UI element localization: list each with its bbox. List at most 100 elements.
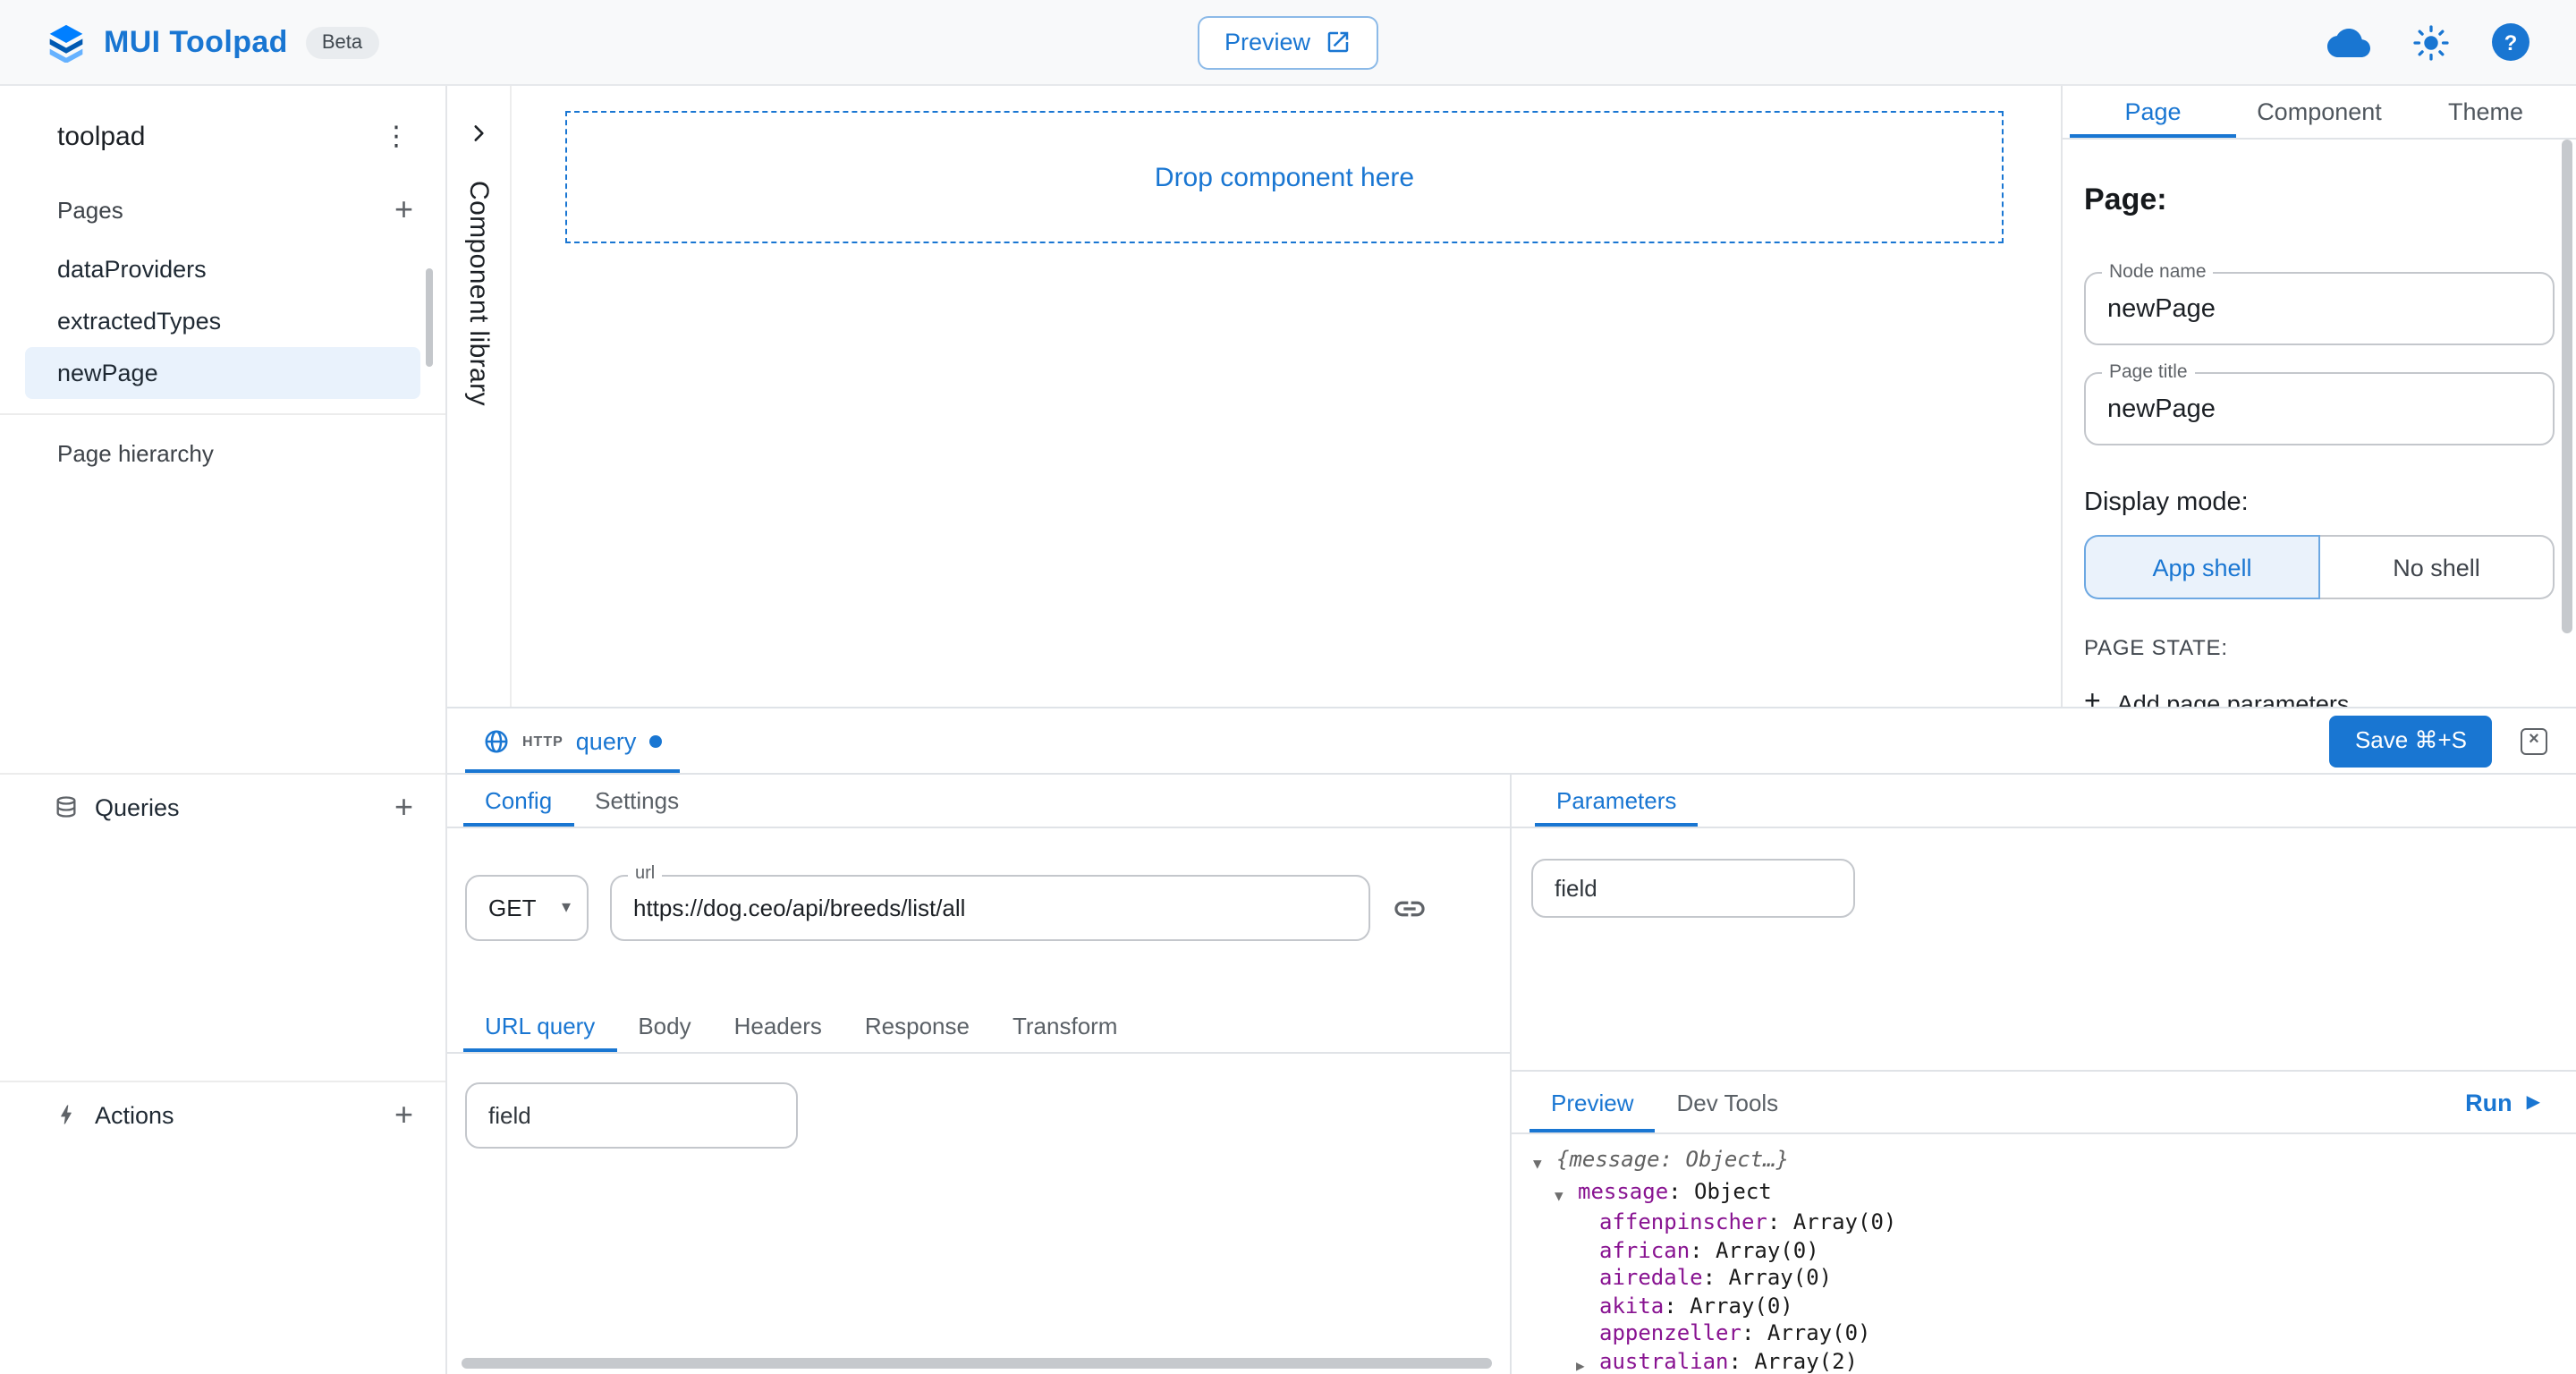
pages-section-label: Pages (57, 196, 123, 223)
tab-page[interactable]: Page (2070, 86, 2236, 138)
tab-headers[interactable]: Headers (713, 1000, 843, 1052)
play-icon: ▶ (2527, 1092, 2540, 1112)
tree-row: appenzeller: Array(0) (1533, 1320, 2576, 1348)
actions-section-header[interactable]: Actions + (0, 1082, 445, 1147)
http-method-select[interactable]: GET ▾ (465, 875, 589, 941)
node-name-label: Node name (2102, 261, 2214, 283)
queries-section: Queries + (0, 773, 445, 839)
tab-parameters[interactable]: Parameters (1535, 775, 1698, 827)
project-name: toolpad (57, 121, 145, 151)
tab-body[interactable]: Body (616, 1000, 712, 1052)
page-title-field[interactable]: Page title (2084, 372, 2555, 445)
app-header: MUI Toolpad Beta Preview (0, 0, 2576, 86)
tab-component[interactable]: Component (2236, 86, 2402, 138)
queries-icon (54, 794, 79, 819)
http-method-value: GET (488, 895, 536, 921)
page-item-newpage[interactable]: newPage (25, 347, 420, 399)
save-button[interactable]: Save ⌘+S (2330, 715, 2492, 767)
component-library-label: Component library (463, 181, 494, 406)
url-field[interactable]: url (610, 875, 1370, 941)
tab-settings[interactable]: Settings (573, 775, 700, 827)
request-config-pane: Config Settings GET ▾ url (447, 775, 1512, 1374)
theme-toggle-icon[interactable] (2411, 22, 2451, 62)
cloud-status-icon[interactable] (2327, 21, 2370, 64)
add-page-parameters-label: Add page parameters (2117, 690, 2350, 707)
actions-label: Actions (95, 1101, 174, 1128)
display-mode-toggle-group: App shell No shell (2084, 535, 2555, 599)
tab-preview[interactable]: Preview (1530, 1072, 1656, 1132)
add-page-icon[interactable]: + (394, 193, 413, 225)
inspector-panel: Page Component Theme Page: Node name Pag… (2061, 86, 2576, 707)
actions-icon (54, 1102, 79, 1127)
inspector-scrollbar[interactable] (2562, 140, 2572, 633)
preview-button[interactable]: Preview (1198, 15, 1378, 69)
plus-icon: + (2084, 689, 2101, 707)
parameters-preview-pane: Parameters Preview Dev Tools Run ▶ (1512, 775, 2576, 1374)
run-button[interactable]: Run ▶ (2465, 1072, 2540, 1132)
query-editor-panel: HTTP query Save ⌘+S × Config Settings (447, 707, 2576, 1374)
link-binding-icon[interactable] (1392, 890, 1428, 926)
tab-theme[interactable]: Theme (2402, 86, 2569, 138)
close-panel-icon[interactable]: × (2521, 727, 2547, 754)
expand-arrow-icon[interactable]: ▼ (1555, 1178, 1578, 1209)
page-canvas: Drop component here (512, 86, 2061, 707)
open-in-new-icon (1325, 29, 1352, 55)
project-menu-icon[interactable]: ⋮ (383, 123, 410, 149)
chevron-down-icon: ▾ (562, 898, 571, 918)
query-name: query (576, 727, 637, 754)
toggle-no-shell[interactable]: No shell (2320, 535, 2555, 599)
url-input[interactable] (633, 895, 1347, 921)
expand-arrow-icon[interactable]: ▶ (1576, 1348, 1599, 1374)
page-item-dataproviders[interactable]: dataProviders (25, 243, 420, 295)
page-item-extractedtypes[interactable]: extractedTypes (25, 295, 420, 347)
drop-zone-label: Drop component here (1155, 162, 1414, 192)
tree-row: ▼ {message: Object…} (1533, 1147, 2576, 1178)
add-query-icon[interactable]: + (394, 791, 413, 823)
tab-url-query[interactable]: URL query (463, 1000, 616, 1052)
drop-zone[interactable]: Drop component here (565, 111, 2004, 243)
page-title-input[interactable] (2107, 394, 2531, 423)
app-title: MUI Toolpad (104, 24, 288, 60)
query-type-label: HTTP (522, 733, 564, 749)
tree-row: ▶ australian: Array(2) (1533, 1348, 2576, 1374)
help-icon[interactable]: ? (2492, 23, 2529, 61)
preview-button-label: Preview (1224, 29, 1310, 55)
page-hierarchy-label: Page hierarchy (0, 415, 445, 467)
toolpad-app: MUI Toolpad Beta Preview (0, 0, 2576, 1374)
tree-row: airedale: Array(0) (1533, 1265, 2576, 1293)
parameter-field-input[interactable] (1531, 859, 1855, 918)
tab-response[interactable]: Response (843, 1000, 991, 1052)
tab-config[interactable]: Config (463, 775, 573, 827)
tree-row: ▼ message: Object (1533, 1178, 2576, 1209)
expand-arrow-icon[interactable]: ▼ (1533, 1147, 1556, 1178)
run-button-label: Run (2465, 1089, 2512, 1115)
url-field-label: url (628, 864, 662, 884)
toggle-app-shell[interactable]: App shell (2084, 535, 2320, 599)
url-query-field-input[interactable] (465, 1082, 798, 1149)
horizontal-scrollbar[interactable] (462, 1358, 1492, 1369)
page-state-label: PAGE STATE: (2084, 635, 2555, 660)
unsaved-indicator-dot (648, 734, 661, 747)
page-list: dataProviders extractedTypes newPage (0, 243, 445, 399)
node-name-input[interactable] (2107, 294, 2531, 323)
node-name-field[interactable]: Node name (2084, 272, 2555, 345)
add-action-icon[interactable]: + (394, 1098, 413, 1131)
mui-logo (47, 22, 86, 62)
tree-row: affenpinscher: Array(0) (1533, 1209, 2576, 1237)
pages-scrollbar[interactable] (426, 268, 433, 367)
chevron-right-icon (467, 122, 490, 145)
tab-dev-tools[interactable]: Dev Tools (1656, 1072, 1801, 1132)
display-mode-label: Display mode: (2084, 488, 2555, 517)
page-title-label: Page title (2102, 361, 2195, 383)
component-library-rail[interactable]: Component library (447, 86, 512, 707)
add-page-parameters-button[interactable]: + Add page parameters (2084, 689, 2555, 707)
explorer-sidebar: toolpad ⋮ Pages + dataProviders extracte… (0, 86, 447, 1374)
actions-section: Actions + (0, 1081, 445, 1147)
queries-section-header[interactable]: Queries + (0, 775, 445, 839)
queries-label: Queries (95, 793, 180, 820)
query-tab[interactable]: HTTP query (465, 708, 679, 773)
tab-transform[interactable]: Transform (991, 1000, 1140, 1052)
inspector-heading: Page: (2084, 182, 2555, 218)
http-query-icon (483, 727, 510, 754)
tree-row: african: Array(0) (1533, 1237, 2576, 1265)
